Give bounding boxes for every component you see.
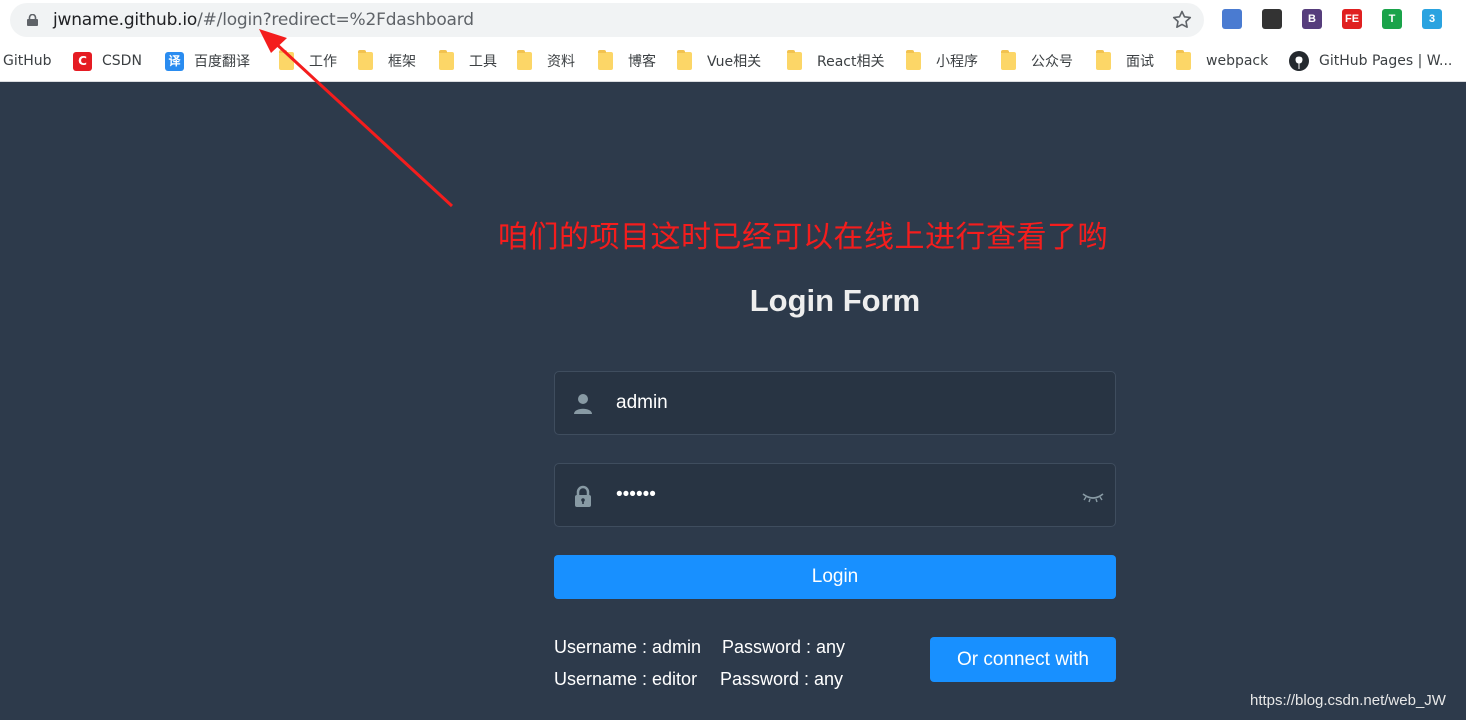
eye-closed-icon[interactable]: [1081, 486, 1105, 506]
shield-extension-icon[interactable]: T: [1382, 9, 1402, 29]
bookmark-item[interactable]: 工具: [439, 50, 497, 72]
folder-icon: [598, 50, 613, 70]
fe-helper-extension-icon[interactable]: FE: [1342, 9, 1362, 29]
folder-icon: [439, 50, 454, 70]
folder-icon: [787, 50, 802, 70]
bookmark-item[interactable]: 面试: [1096, 50, 1154, 72]
tip-username-admin: Username : admin: [554, 637, 702, 657]
folder-icon: [517, 50, 532, 70]
bookmark-item[interactable]: 工作: [279, 50, 337, 72]
folder-icon: [1001, 50, 1016, 70]
tip-username-editor: Username : editor: [554, 669, 698, 689]
bookmark-label: 工作: [309, 54, 337, 70]
bookmark-item[interactable]: 资料: [517, 50, 575, 72]
bookmark-item[interactable]: 博客: [598, 50, 656, 72]
bookmark-item[interactable]: 译百度翻译: [165, 50, 250, 72]
bookmark-label: 百度翻译: [194, 54, 250, 70]
bookmark-label: Vue相关: [707, 54, 762, 70]
watermark: https://blog.csdn.net/web_JW: [1250, 692, 1446, 709]
bookmark-label: 框架: [388, 54, 416, 70]
bookmark-label: GitHub: [3, 53, 52, 69]
login-title: Login Form: [749, 283, 921, 318]
address-bar[interactable]: jwname.github.io/#/login?redirect=%2Fdas…: [10, 3, 1204, 37]
bookmark-item[interactable]: React相关: [787, 50, 884, 72]
folder-icon: [906, 50, 921, 70]
lock-icon: [575, 485, 591, 507]
user-icon: [574, 394, 592, 414]
bookmark-item[interactable]: GitHub: [3, 50, 52, 72]
bookmark-label: webpack: [1206, 53, 1269, 69]
bookmark-item[interactable]: 小程序: [906, 50, 978, 72]
csdn-icon: C: [73, 51, 92, 71]
browser-toolbar: jwname.github.io/#/login?redirect=%2Fdas…: [0, 0, 1466, 40]
translate-extension-icon[interactable]: [1222, 9, 1242, 29]
lock-icon: [27, 14, 38, 26]
login-button[interactable]: Login: [554, 555, 1116, 599]
annotation-text: 咱们的项目这时已经可以在线上进行查看了哟: [498, 220, 1108, 255]
bookmark-label: 工具: [469, 54, 497, 70]
qrcode-extension-icon[interactable]: [1262, 9, 1282, 29]
bookmark-label: React相关: [817, 54, 885, 70]
password-field[interactable]: ••••••: [554, 463, 1116, 527]
bookmark-label: 资料: [547, 54, 575, 70]
bookmark-star-icon[interactable]: [1170, 8, 1194, 32]
url-path: /#/login?redirect=%2Fdashboard: [197, 10, 474, 30]
folder-icon: [279, 50, 294, 70]
tip-password-editor: Password : any: [720, 669, 844, 689]
translate-icon: 译: [165, 51, 184, 71]
bookmark-item[interactable]: GitHub Pages | W...: [1289, 50, 1452, 72]
annotation-arrow: [259, 29, 454, 208]
bookmark-label: 面试: [1126, 54, 1154, 70]
bookmark-label: 小程序: [936, 54, 978, 70]
bookmark-item[interactable]: Vue相关: [677, 50, 761, 72]
folder-icon: [1176, 50, 1191, 70]
folder-icon: [677, 50, 692, 70]
github-icon: [1289, 51, 1309, 71]
bookmark-item[interactable]: 公众号: [1001, 50, 1073, 72]
bootstrap-extension-icon[interactable]: B: [1302, 9, 1322, 29]
bookmark-label: 博客: [628, 54, 656, 70]
folder-icon: [358, 50, 373, 70]
folder-icon: [1096, 50, 1111, 70]
username-input[interactable]: admin: [616, 392, 668, 414]
bookmark-item[interactable]: 框架: [358, 50, 416, 72]
tip-password-admin: Password : any: [722, 637, 846, 657]
css-extension-icon[interactable]: 3: [1422, 9, 1442, 29]
bookmark-item[interactable]: webpack: [1176, 50, 1268, 72]
url-host: jwname.github.io: [53, 10, 198, 30]
bookmark-item[interactable]: C CSDN: [73, 50, 142, 72]
password-input[interactable]: ••••••: [616, 484, 656, 506]
connect-with-button[interactable]: Or connect with: [930, 637, 1116, 682]
bookmarks-bar: GitHub C CSDN 译百度翻译 工作 框架 工具 资料 博客 Vue相关 React相关 小程…: [0, 40, 1466, 82]
bookmark-label: GitHub Pages | W...: [1319, 53, 1453, 69]
url-text: jwname.github.io/#/login?redirect=%2Fdas…: [53, 10, 474, 30]
username-field[interactable]: admin: [554, 371, 1116, 435]
bookmark-label: CSDN: [102, 53, 142, 69]
bookmark-label: 公众号: [1031, 54, 1073, 70]
